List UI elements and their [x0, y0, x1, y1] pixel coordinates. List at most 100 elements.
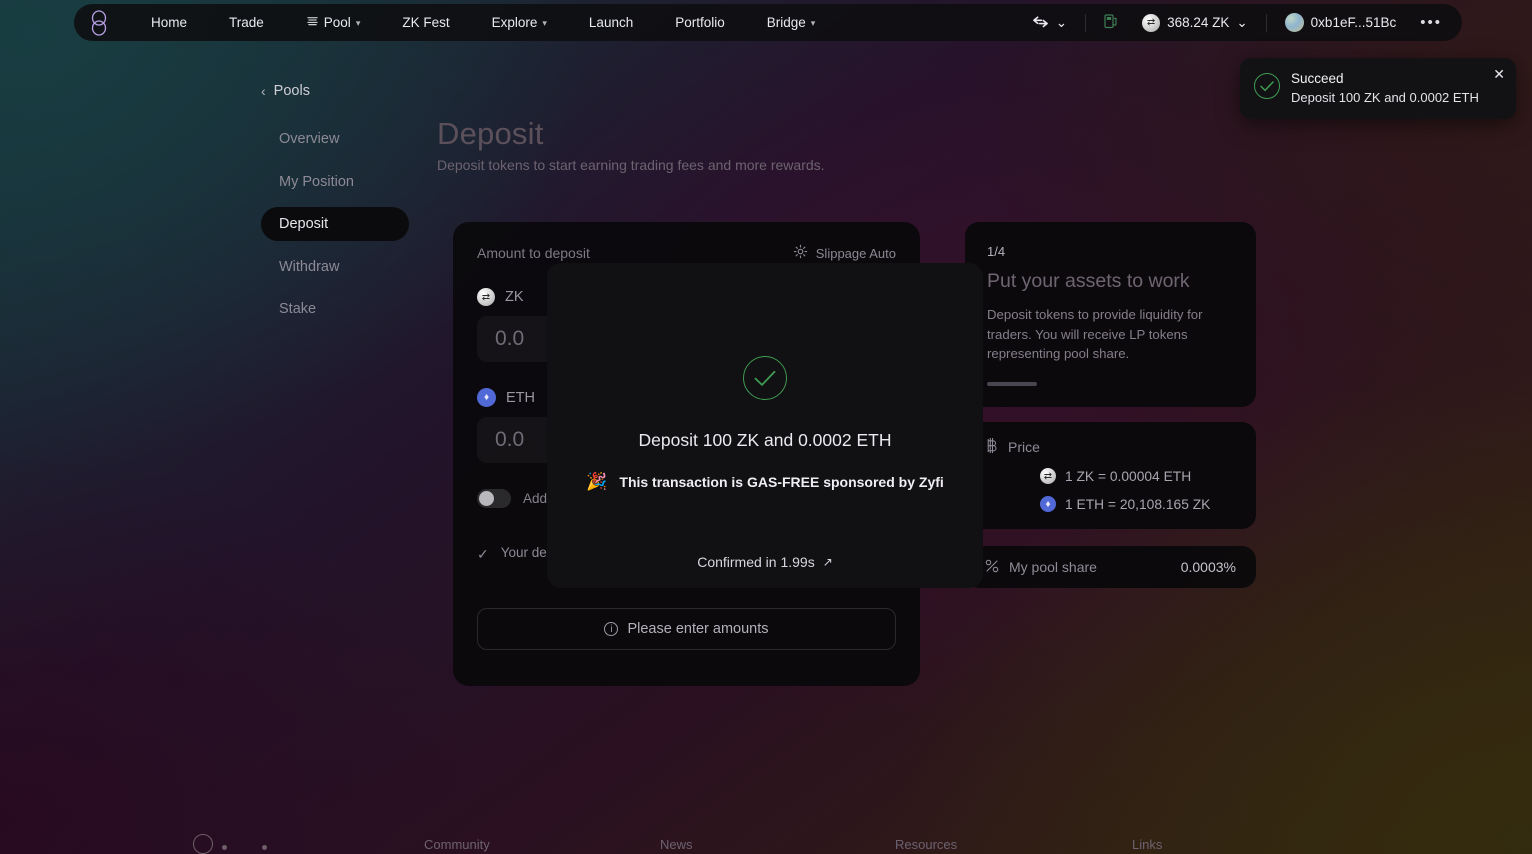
more-dots-icon[interactable]: •••: [1408, 14, 1454, 31]
gas-pump-icon: [1104, 13, 1118, 32]
pool-share-card: My pool share 0.0003%: [965, 546, 1256, 588]
nav-item-label: Bridge: [766, 15, 806, 30]
sidebar-item-label: My Position: [279, 173, 354, 190]
sidebar-item-my-position[interactable]: My Position: [261, 165, 409, 199]
token-balance[interactable]: 368.24 ZK ⌄: [1130, 8, 1260, 38]
footer-column-community[interactable]: Community: [424, 837, 490, 852]
toast-message: Deposit 100 ZK and 0.0002 ETH: [1291, 90, 1479, 105]
chevron-down-icon: ▾: [810, 18, 816, 28]
sidebar-item-label: Overview: [279, 131, 340, 147]
pool-share-label: My pool share: [1009, 559, 1097, 575]
nav-item-bridge[interactable]: Bridge ▾: [746, 4, 837, 41]
divider: [1085, 13, 1087, 32]
breadcrumb-label: Pools: [273, 83, 310, 99]
amount-to-deposit-label: Amount to deposit: [477, 245, 590, 261]
balance-label: 368.24 ZK: [1167, 15, 1230, 30]
external-link-icon: ↗: [822, 555, 833, 569]
account-address: 0xb1eF...51Bc: [1310, 15, 1397, 30]
submit-button[interactable]: i Please enter amounts: [477, 608, 896, 650]
chevron-down-icon: ⌄: [1055, 14, 1068, 30]
gas-free-notice: 🎉 This transaction is GAS-FREE sponsored…: [586, 472, 944, 492]
pool-share-header: My pool share: [985, 559, 1097, 576]
page-subtitle: Deposit tokens to start earning trading …: [437, 157, 825, 173]
nav-item-label: Explore: [491, 15, 538, 30]
gear-icon: [793, 244, 808, 262]
token-symbol: ZK: [505, 289, 524, 305]
zk-token-icon: [477, 288, 495, 306]
page-title: Deposit: [437, 116, 544, 151]
footer-dot: [262, 845, 267, 850]
top-navigation: Home Trade Pool ▾ ZK Fest Explore ▾ Laun…: [74, 4, 1462, 41]
nav-item-label: Pool: [323, 15, 351, 30]
transaction-success-modal: Deposit 100 ZK and 0.0002 ETH 🎉 This tra…: [547, 263, 983, 588]
nav-item-label: ZK Fest: [402, 15, 450, 30]
confirmed-label: Confirmed in 1.99s: [697, 554, 815, 570]
close-icon[interactable]: ✕: [1493, 67, 1505, 81]
chevron-down-icon: ▾: [355, 18, 361, 28]
chevron-down-icon: ▾: [542, 18, 547, 28]
zklink-infinity-logo[interactable]: [86, 9, 112, 36]
footer-column-resources[interactable]: Resources: [895, 837, 957, 852]
modal-title: Deposit 100 ZK and 0.0002 ETH: [638, 430, 892, 450]
zk-token-icon: [1142, 13, 1161, 32]
nav-item-launch[interactable]: Launch: [568, 4, 654, 41]
nav-item-explore[interactable]: Explore ▾: [471, 4, 568, 41]
price-label: Price: [1008, 439, 1040, 455]
footer-column-news[interactable]: News: [660, 837, 693, 852]
nav-right-cluster: ⌄ 368.24 ZK ⌄ 0xb1eF...: [1020, 8, 1454, 38]
sidebar: Overview My Position Deposit Withdraw St…: [261, 122, 409, 335]
breadcrumb[interactable]: ‹ Pools: [261, 83, 310, 99]
price-rate-row: 1 ZK = 0.00004 ETH: [985, 468, 1236, 484]
nav-item-home[interactable]: Home: [130, 4, 208, 41]
swap-arrows-icon: [1032, 15, 1049, 31]
sidebar-item-overview[interactable]: Overview: [261, 122, 409, 156]
nav-item-label: Trade: [229, 15, 264, 30]
gas-indicator[interactable]: [1092, 8, 1130, 38]
success-check-circle-icon: [1254, 73, 1280, 99]
eth-amount-placeholder: 0.0: [495, 428, 525, 451]
nav-item-zk-fest[interactable]: ZK Fest: [381, 4, 470, 41]
slippage-setting[interactable]: Slippage Auto: [793, 244, 896, 262]
pool-stack-icon: [306, 4, 319, 41]
nav-item-label: Portfolio: [675, 15, 725, 30]
sidebar-item-withdraw[interactable]: Withdraw: [261, 250, 409, 284]
footer: Community News Resources Links: [0, 830, 1532, 854]
sidebar-item-label: Deposit: [279, 216, 329, 232]
sidebar-item-label: Stake: [279, 301, 317, 317]
submit-button-label: Please enter amounts: [627, 621, 769, 637]
price-tag-icon: [985, 438, 998, 456]
sidebar-item-label: Withdraw: [279, 258, 340, 275]
nav-item-portfolio[interactable]: Portfolio: [654, 4, 746, 41]
token-symbol: ETH: [506, 389, 535, 406]
nav-item-label: Home: [151, 15, 188, 30]
eth-token-icon: [477, 388, 496, 407]
tip-card: 1/4 Put your assets to work Deposit toke…: [965, 222, 1256, 407]
zk-token-icon: [1040, 468, 1056, 484]
info-icon: i: [604, 622, 619, 636]
price-rate-row: 1 ETH = 20,108.165 ZK: [985, 496, 1236, 512]
price-rate-text: 1 ZK = 0.00004 ETH: [1065, 468, 1192, 484]
slippage-label: Slippage Auto: [815, 245, 896, 261]
party-popper-icon: 🎉: [586, 472, 608, 491]
footer-column-links[interactable]: Links: [1132, 837, 1162, 852]
tip-step: 1/4: [987, 244, 1006, 259]
deposit-card-header: Amount to deposit Slippage Auto: [477, 244, 896, 262]
tip-progress-bar: [987, 381, 1037, 386]
add-liquidity-toggle[interactable]: [477, 489, 511, 508]
success-toast: Succeed Deposit 100 ZK and 0.0002 ETH ✕: [1240, 58, 1516, 119]
price-rate-text: 1 ETH = 20,108.165 ZK: [1065, 496, 1211, 512]
nav-item-pool[interactable]: Pool ▾: [285, 4, 382, 41]
tip-title: Put your assets to work: [987, 270, 1190, 292]
footer-dot: [222, 845, 227, 850]
success-check-circle-icon: [743, 356, 787, 400]
nav-item-trade[interactable]: Trade: [208, 4, 285, 41]
account-button[interactable]: 0xb1eF...51Bc: [1273, 8, 1409, 38]
sidebar-item-stake[interactable]: Stake: [261, 292, 409, 326]
network-switcher[interactable]: ⌄: [1020, 8, 1079, 38]
sidebar-item-deposit[interactable]: Deposit: [261, 207, 409, 241]
percent-icon: [985, 559, 999, 576]
toast-title: Succeed: [1291, 71, 1344, 86]
price-card: Price 1 ZK = 0.00004 ETH 1 ETH = 20,108.…: [965, 422, 1256, 529]
nav-bar: Home Trade Pool ▾ ZK Fest Explore ▾ Laun…: [74, 4, 1462, 41]
confirmed-link[interactable]: Confirmed in 1.99s ↗: [697, 554, 833, 570]
